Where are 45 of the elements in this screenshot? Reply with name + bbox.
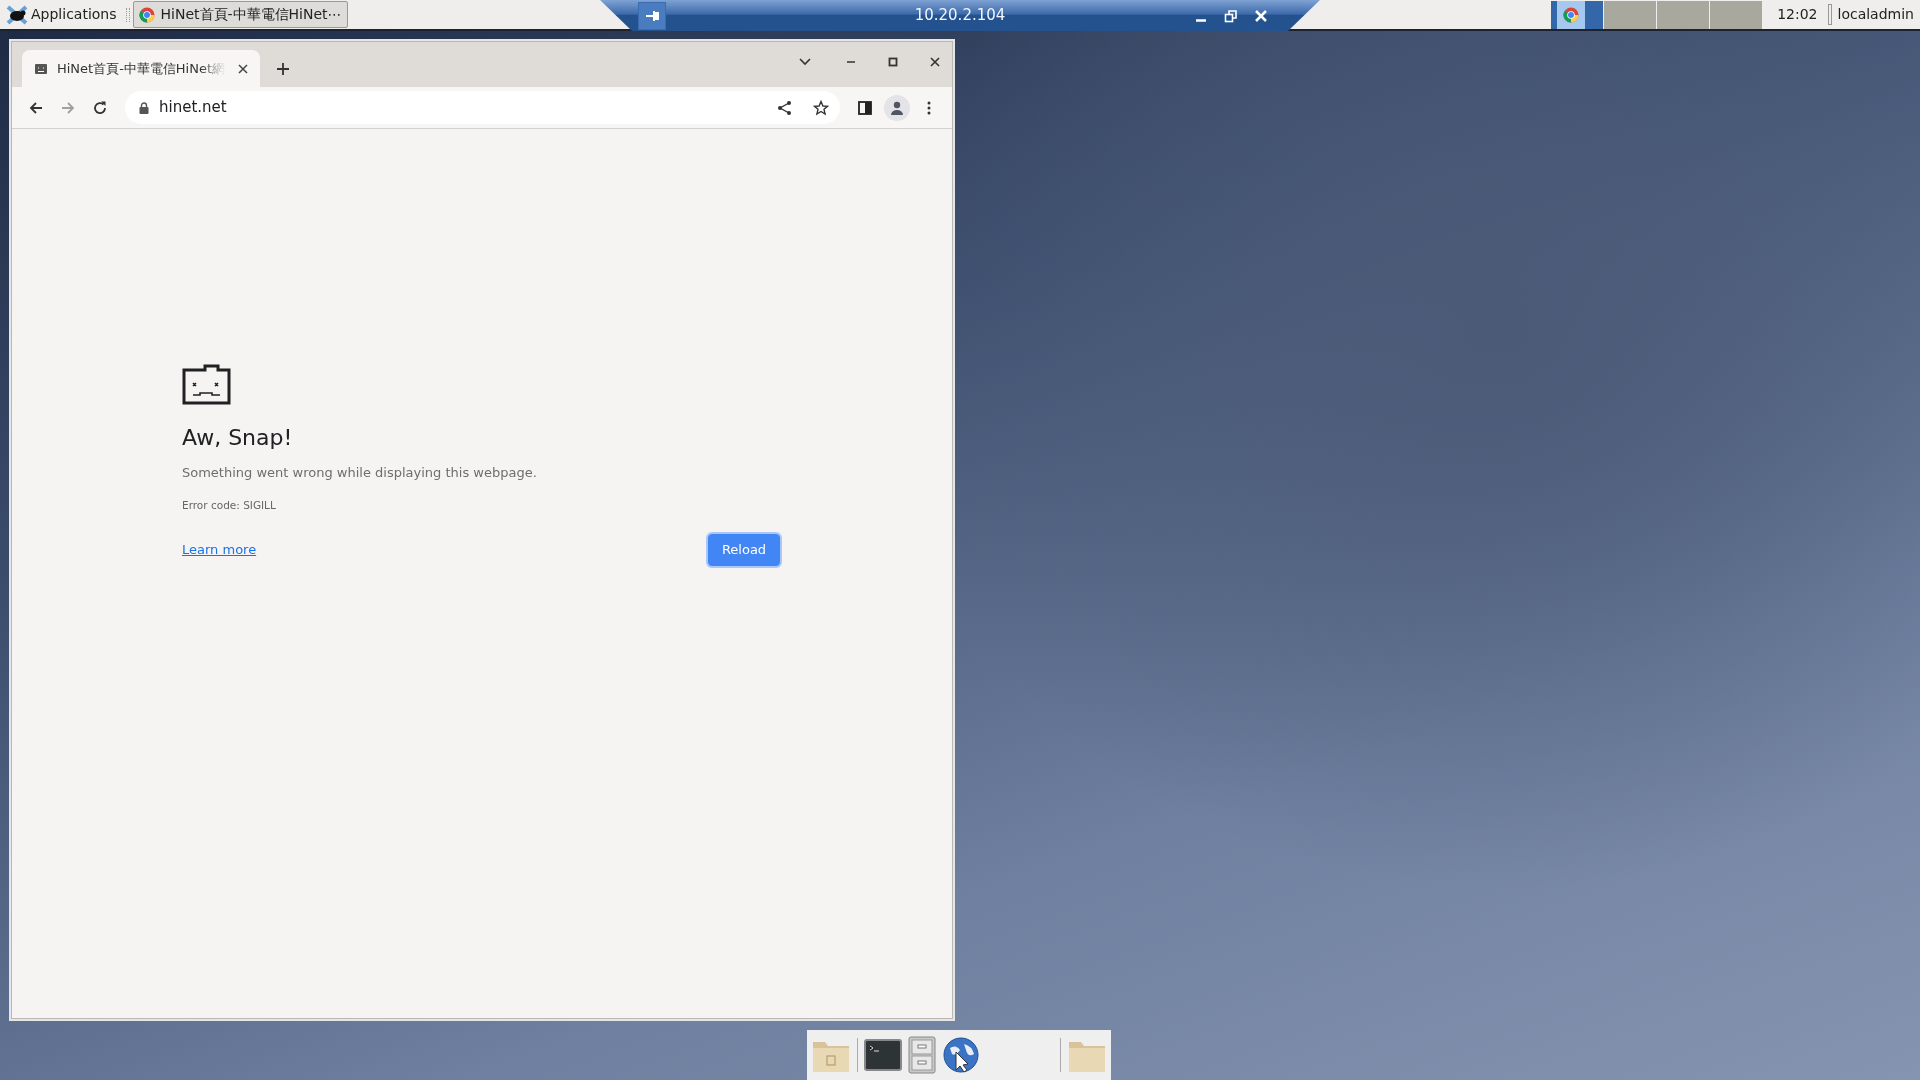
close-icon [238, 63, 248, 74]
user-name: localadmin [1836, 5, 1915, 24]
url-field[interactable]: hinet.net [159, 96, 762, 119]
error-code: Error code: SIGILL [182, 497, 277, 513]
panel-handle-icon [125, 8, 130, 22]
person-icon [889, 99, 905, 116]
pin-icon [645, 9, 659, 22]
error-heading: Aw, Snap! [182, 425, 294, 452]
star-icon [813, 99, 829, 116]
file-cabinet-icon [908, 1036, 936, 1074]
globe-cursor-button[interactable] [942, 1036, 980, 1074]
maximize-icon [886, 55, 900, 69]
address-bar[interactable]: hinet.net [125, 91, 840, 124]
sad-folder-icon [182, 364, 231, 405]
learn-more-link[interactable]: Learn more [182, 539, 257, 560]
clock: 12:02 [1776, 5, 1819, 24]
workspace-button[interactable] [1551, 0, 1604, 29]
terminal-button[interactable] [864, 1039, 902, 1071]
arrow-right-icon [60, 99, 76, 116]
terminal-icon [864, 1039, 902, 1071]
arrow-left-icon [28, 99, 44, 116]
plus-icon [276, 62, 290, 76]
sad-page-icon [34, 62, 48, 75]
close-icon [928, 55, 942, 69]
globe-cursor-icon [942, 1036, 980, 1074]
share-icon [777, 99, 793, 116]
chrome-icon [1563, 6, 1580, 23]
reload-button[interactable]: Reload [708, 533, 780, 566]
taskbar-window-button[interactable]: HiNet首頁-中華電信HiNet⋯ [132, 1, 348, 28]
mouse-logo-icon [6, 4, 28, 25]
error-message: Something went wrong while displaying this webpage. [182, 464, 538, 483]
chrome-icon [138, 6, 155, 23]
profile-button[interactable] [884, 94, 910, 121]
restore-icon [1224, 8, 1238, 23]
pin-button[interactable] [638, 1, 666, 30]
close-icon [1254, 8, 1268, 23]
browser-tab[interactable]: HiNet首頁-中華電信HiNet網 [22, 50, 260, 87]
side-panel-icon [858, 100, 872, 115]
kebab-menu-icon [927, 100, 931, 115]
remote-host-title: 10.20.2.104 [914, 6, 1006, 25]
applications-menu[interactable]: Applications [0, 0, 123, 29]
tab-title: HiNet首頁-中華電信HiNet網 [56, 59, 226, 78]
lock-icon [139, 101, 149, 114]
reload-icon [92, 99, 108, 116]
minimize-icon [1195, 19, 1207, 22]
